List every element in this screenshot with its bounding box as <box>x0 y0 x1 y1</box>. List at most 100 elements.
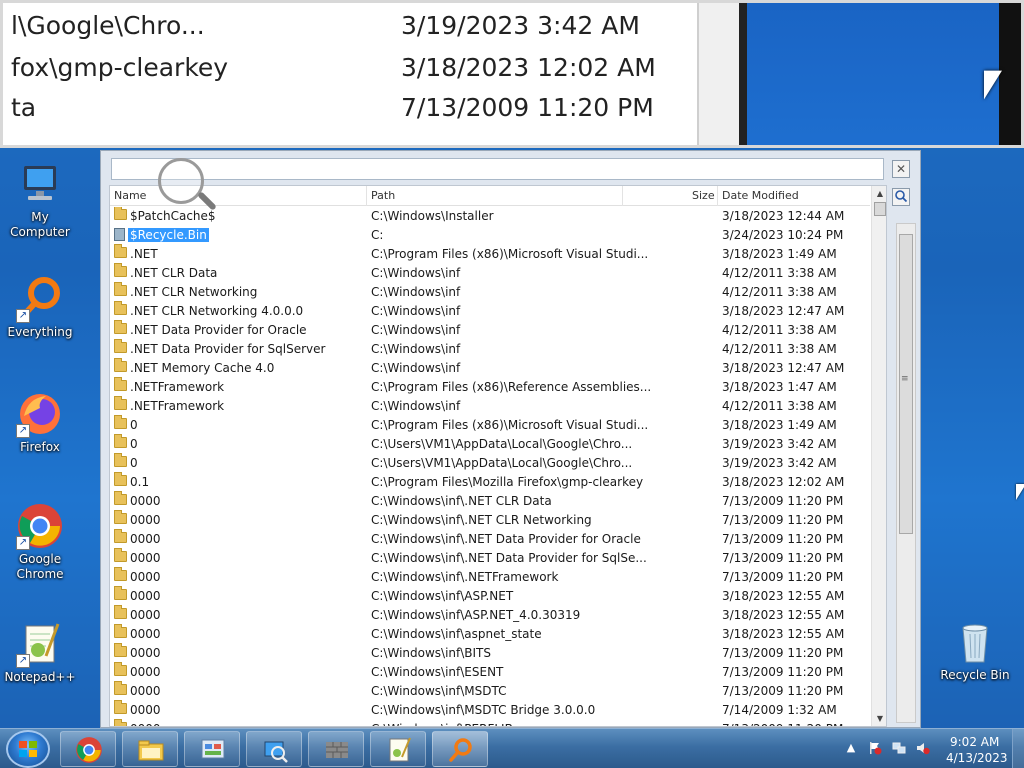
taskbar-firewall-button[interactable] <box>308 731 364 767</box>
network-icon[interactable] <box>892 741 906 755</box>
cell-name: 0000 <box>130 627 161 641</box>
table-row[interactable]: .NETFramework C:\Program Files (x86)\Refe… <box>110 377 870 397</box>
volume-muted-icon[interactable] <box>916 741 930 755</box>
cell-date: 4/12/2011 3:38 AM <box>722 323 837 337</box>
cell-name: .NET CLR Networking 4.0.0.0 <box>130 304 304 318</box>
header-separator <box>622 186 623 206</box>
cell-date: 3/19/2023 3:42 AM <box>722 456 837 470</box>
desktop-icon-google-chrome[interactable]: ↗ Google Chrome <box>0 502 80 582</box>
table-row[interactable]: 0 C:\Program Files (x86)\Microsoft Visual… <box>110 415 870 435</box>
cell-name: 0 <box>130 437 138 451</box>
folder-icon <box>114 301 127 315</box>
scroll-up-icon[interactable]: ▲ <box>872 186 886 202</box>
column-header-path[interactable]: Path <box>371 189 395 202</box>
table-row[interactable]: 0000 C:\Windows\inf\MSDTC Bridge 3.0.0.0 7… <box>110 700 870 720</box>
folder-icon <box>114 510 127 524</box>
table-row[interactable]: $PatchCache$ C:\Windows\Installer 3/18/202… <box>110 207 870 226</box>
folder-icon <box>114 453 127 467</box>
table-row[interactable]: 0000 C:\Windows\inf\MSDTC 7/13/2009 11:20 … <box>110 681 870 701</box>
folder-icon <box>114 548 127 562</box>
show-desktop-button[interactable] <box>1012 729 1024 768</box>
desktop-icon-label: Everything <box>7 325 73 339</box>
taskbar: ▲ 9:02 AM 4/13/2023 <box>0 728 1024 768</box>
results-list: Name Path Size Date Modified $PatchCache… <box>109 185 887 727</box>
table-row[interactable]: 0000 C:\Windows\inf\.NET Data Provider fo… <box>110 529 870 549</box>
column-header-size[interactable]: Size <box>692 189 715 202</box>
taskbar-notepadpp-button[interactable] <box>370 731 426 767</box>
column-header-name[interactable]: Name <box>114 189 146 202</box>
cell-path: C:\Windows\inf <box>371 323 461 337</box>
cell-date: 3/18/2023 12:47 AM <box>722 304 845 318</box>
folder-icon <box>114 491 127 505</box>
outer-scrollbar-thumb[interactable] <box>899 234 913 534</box>
table-row[interactable]: .NETFramework C:\Windows\inf 4/12/2011 3:3… <box>110 396 870 416</box>
table-row[interactable]: 0000 C:\Windows\inf\ASP.NET_4.0.30319 3/18… <box>110 605 870 625</box>
table-row[interactable]: 0.1 C:\Program Files\Mozilla Firefox\gmp-… <box>110 472 870 492</box>
cell-date: 7/13/2009 11:20 PM <box>722 513 844 527</box>
cell-path: C:\Windows\inf\.NET CLR Networking <box>371 513 592 527</box>
table-row[interactable]: $Recycle.Bin C: 3/24/2023 10:24 PM <box>110 226 870 245</box>
taskbar-explorer-button[interactable] <box>122 731 178 767</box>
action-center-flag-icon[interactable] <box>868 741 882 755</box>
cell-name: 0000 <box>130 532 161 546</box>
taskbar-everything-button[interactable] <box>432 731 488 767</box>
search-input[interactable] <box>111 158 884 180</box>
folder-icon <box>138 740 164 761</box>
close-button[interactable]: ✕ <box>892 160 910 178</box>
taskbar-chrome-button[interactable] <box>60 731 116 767</box>
table-row[interactable]: 0000 C:\Windows\inf\ASP.NET 3/18/2023 12:5… <box>110 586 870 606</box>
table-row[interactable]: .NET CLR Data C:\Windows\inf 4/12/2011 3:3… <box>110 263 870 283</box>
magnifier-lens-icon <box>158 158 204 204</box>
cell-date: 7/13/2009 11:20 PM <box>722 722 843 726</box>
cell-path: C:\Program Files (x86)\Microsoft Visual … <box>371 247 649 261</box>
table-row[interactable]: .NET Data Provider for SqlServer C:\Windo… <box>110 339 870 359</box>
cell-path: C:\Windows\inf\ASP.NET_4.0.30319 <box>371 608 581 622</box>
table-row[interactable]: 0000 C:\Windows\inf\ESENT 7/13/2009 11:20 … <box>110 662 870 682</box>
table-row[interactable]: 0000 C:\Windows\inf\.NET CLR Data 7/13/200… <box>110 491 870 511</box>
desktop-icon-firefox[interactable]: ↗ Firefox <box>0 390 80 455</box>
cell-name: .NET <box>130 247 158 261</box>
desktop-icon-recycle-bin[interactable]: Recycle Bin <box>935 618 1015 683</box>
table-row[interactable]: .NET Memory Cache 4.0 C:\Windows\inf 3/18/… <box>110 358 870 378</box>
table-row[interactable]: 0000 C:\Windows\inf\.NET CLR Networking 7/… <box>110 510 870 530</box>
cell-date: 3/18/2023 12:55 AM <box>722 627 845 641</box>
magnifier-row-name: l\Google\Chro... <box>11 11 205 40</box>
scroll-grip-icon: ≡ <box>901 374 909 384</box>
table-row[interactable]: .NET CLR Networking C:\Windows\inf 4/12/20… <box>110 282 870 302</box>
cell-name: 0000 <box>130 608 161 622</box>
table-row[interactable]: .NET Data Provider for Oracle C:\Windows\… <box>110 320 870 340</box>
taskbar-search-button[interactable] <box>246 731 302 767</box>
shortcut-arrow-icon: ↗ <box>16 536 30 550</box>
desktop-icon-everything[interactable]: ↗ Everything <box>0 275 80 340</box>
folder-icon <box>114 624 127 638</box>
table-row[interactable]: 0 C:\Users\VM1\AppData\Local\Google\Chro.… <box>110 434 870 454</box>
desktop-icon-notepadpp[interactable]: ↗ Notepad++ <box>0 620 80 685</box>
cell-name: .NET Memory Cache 4.0 <box>130 361 275 375</box>
scroll-down-icon[interactable]: ▼ <box>872 711 886 726</box>
table-row[interactable]: 0000 C:\Windows\inf\PERFLIB 7/13/2009 11:2… <box>110 719 870 726</box>
column-header-date[interactable]: Date Modified <box>722 189 799 202</box>
clock-date[interactable]: 4/13/2023 <box>946 751 1008 765</box>
table-row[interactable]: 0000 C:\Windows\inf\.NETFramework 7/13/200… <box>110 567 870 587</box>
table-row[interactable]: .NET CLR Networking 4.0.0.0 C:\Windows\in… <box>110 301 870 321</box>
cell-name: 0000 <box>130 494 161 508</box>
clock-time[interactable]: 9:02 AM <box>950 735 999 749</box>
desktop-icon-my-computer[interactable]: My Computer <box>0 160 80 240</box>
recycle-bin-icon <box>114 228 125 241</box>
list-scrollbar[interactable]: ▲ ▼ <box>871 186 886 726</box>
search-icon[interactable] <box>892 188 910 206</box>
table-row[interactable]: .NET C:\Program Files (x86)\Microsoft Vis… <box>110 244 870 264</box>
table-row[interactable]: 0000 C:\Windows\inf\aspnet_state 3/18/2023… <box>110 624 870 644</box>
taskbar-control-panel-button[interactable] <box>184 731 240 767</box>
show-hidden-icons-chevron-icon[interactable]: ▲ <box>844 741 858 755</box>
magnifier-row-name: fox\gmp-clearkey <box>11 53 229 82</box>
list-scrollbar-thumb[interactable] <box>874 202 886 216</box>
header-separator <box>366 186 367 206</box>
outer-scrollbar[interactable]: ≡ <box>896 223 916 723</box>
cell-date: 3/24/2023 10:24 PM <box>722 228 844 242</box>
cell-path: C:\Windows\inf\.NET Data Provider for Or… <box>371 532 641 546</box>
start-button[interactable] <box>6 730 50 768</box>
table-row[interactable]: 0000 C:\Windows\inf\.NET Data Provider fo… <box>110 548 870 568</box>
table-row[interactable]: 0000 C:\Windows\inf\BITS 7/13/2009 11:20 P… <box>110 643 870 663</box>
table-row[interactable]: 0 C:\Users\VM1\AppData\Local\Google\Chro.… <box>110 453 870 473</box>
